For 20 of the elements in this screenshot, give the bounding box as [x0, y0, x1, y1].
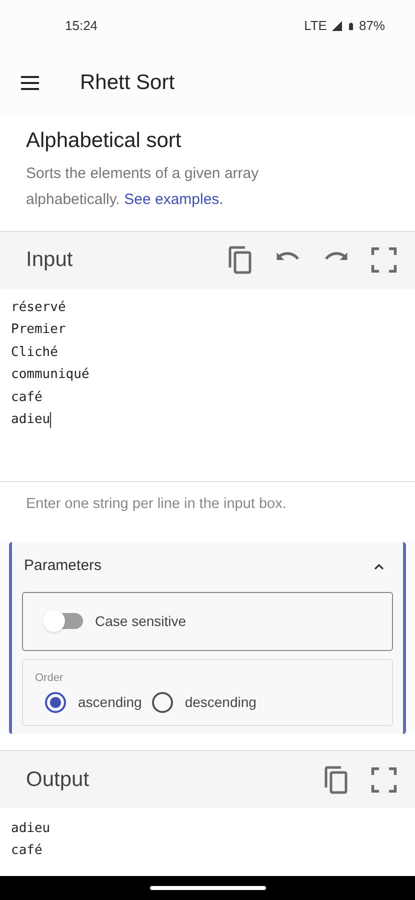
- app-title: Rhett Sort: [80, 70, 175, 96]
- text-cursor: [50, 412, 52, 428]
- toggle-label: Case sensitive: [95, 612, 186, 630]
- description-text: Sorts the elements of a given array alphabetically. See examples.: [26, 164, 260, 210]
- radio-option[interactable]: descending: [152, 692, 256, 713]
- input-field[interactable]: réservé Premier Cliché communiqué café adieu: [0, 288, 415, 482]
- signal-icon: [330, 20, 343, 32]
- fullscreen-icon[interactable]: [369, 764, 399, 794]
- section-title: Alphabetical sort: [26, 128, 182, 154]
- network-label: LTE: [304, 17, 327, 36]
- panel-title: Parameters: [24, 556, 103, 576]
- radio-option[interactable]: ascending: [45, 692, 142, 713]
- fullscreen-icon[interactable]: [369, 245, 399, 275]
- header-title: Input: [26, 247, 74, 274]
- status-time: 15:24: [65, 17, 98, 36]
- battery-percent: 87%: [358, 17, 385, 36]
- examples-link[interactable]: See examples.: [124, 190, 224, 208]
- order-label: Order: [35, 670, 64, 686]
- toggle-switch[interactable]: [45, 613, 83, 629]
- header-title: Output: [26, 766, 90, 793]
